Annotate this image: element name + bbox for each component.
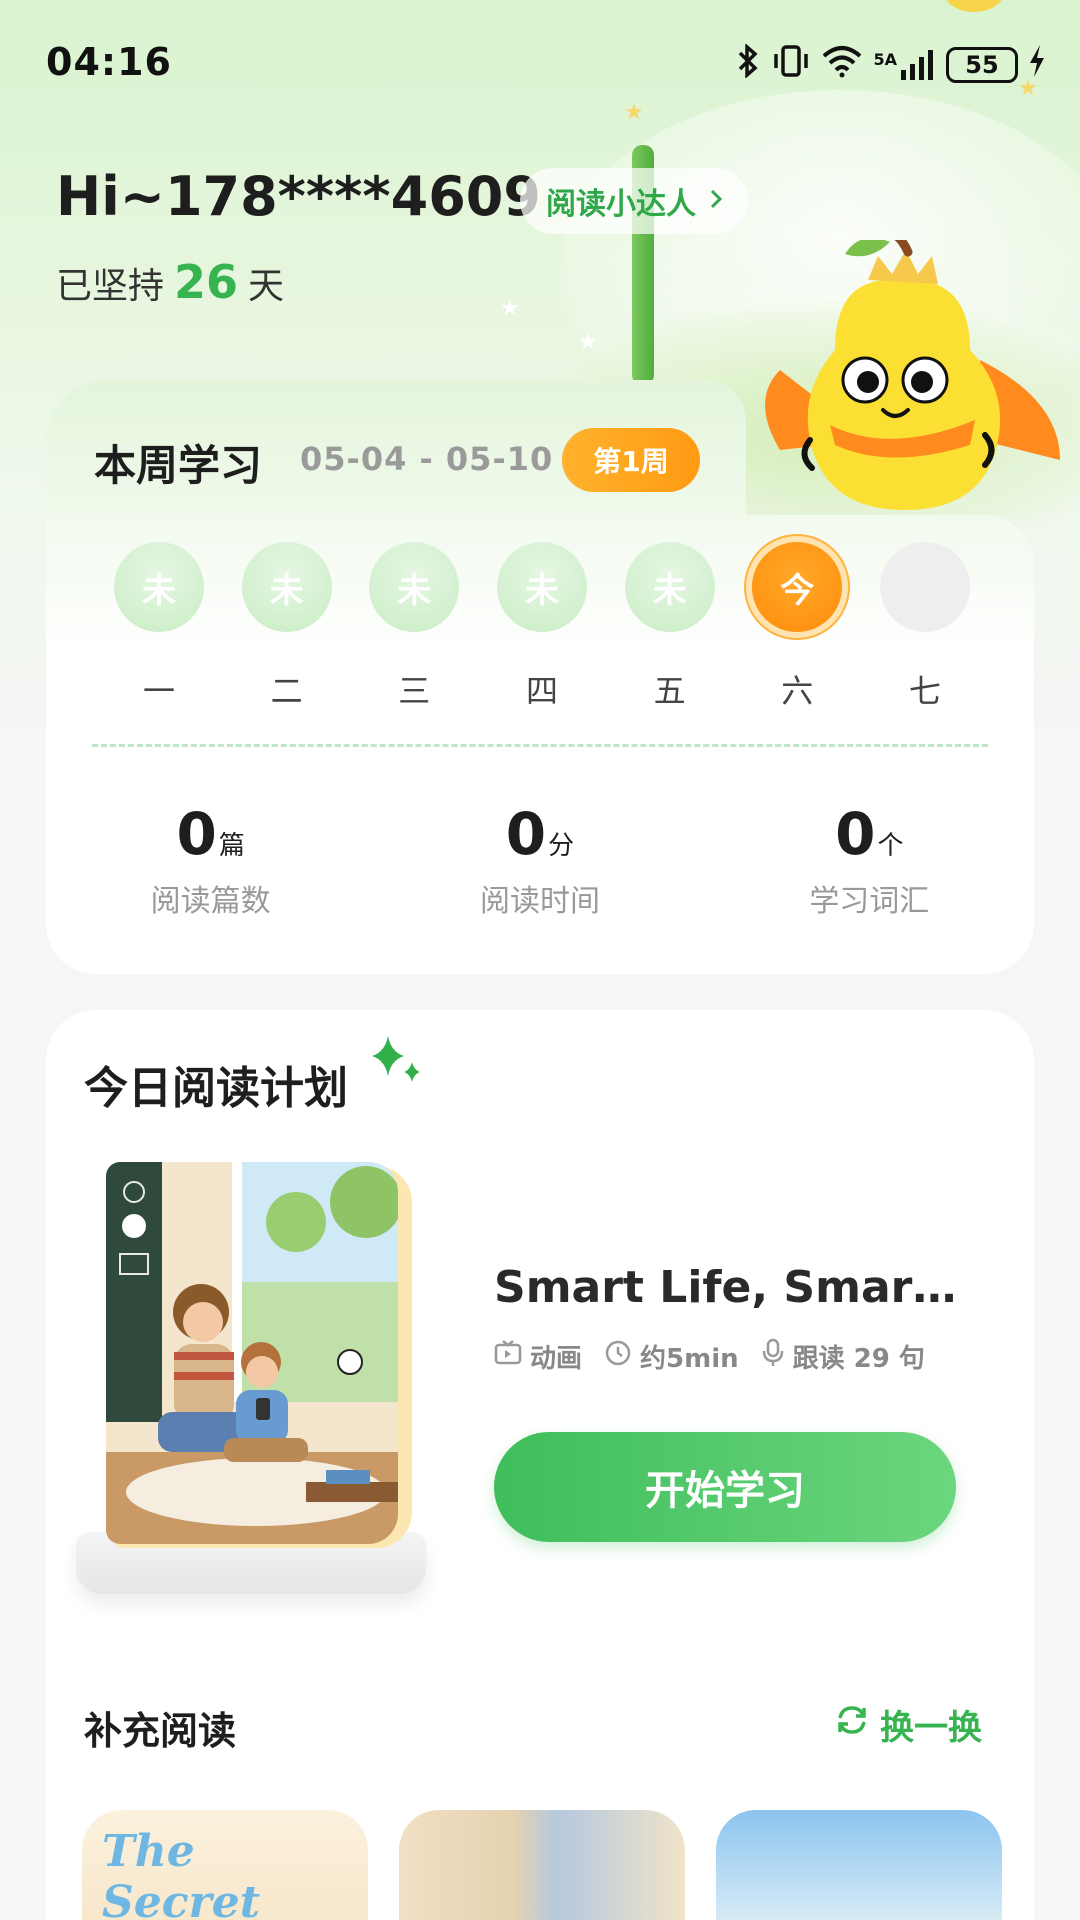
day-item[interactable]: 未 五 xyxy=(624,542,715,712)
supplementary-reading-title: 补充阅读 xyxy=(84,1709,237,1753)
streak-suffix: 天 xyxy=(248,266,285,307)
stat-label: 阅读篇数 xyxy=(150,884,271,919)
user-greeting: Hi~178****4609 xyxy=(56,165,541,228)
day-item[interactable]: 未 四 xyxy=(496,542,587,712)
day-label: 二 xyxy=(270,672,303,710)
battery-icon: 55 xyxy=(946,47,1018,83)
weekly-date-range: 05-04 - 05-10 xyxy=(300,440,554,478)
meta-duration-label: 约5min xyxy=(640,1344,739,1374)
streak-days: 26 xyxy=(174,255,239,309)
book-cover-text: The Secret xyxy=(102,1826,261,1920)
supplementary-book-item[interactable] xyxy=(716,1810,1002,1920)
stat-unit: 篇 xyxy=(218,831,245,861)
meta-type: 动画 xyxy=(494,1338,582,1375)
day-status-circle xyxy=(879,542,970,632)
star-icon: ★ xyxy=(578,330,598,355)
stat-label: 阅读时间 xyxy=(479,884,600,919)
day-status-circle-today: 今 xyxy=(752,542,843,632)
chevron-right-icon xyxy=(708,184,724,219)
weekly-stats: 0 篇 阅读篇数 0 分 阅读时间 0 个 学习词汇 xyxy=(46,800,1034,920)
stat-label: 学习词汇 xyxy=(809,884,930,919)
stat-number: 0 xyxy=(835,800,876,868)
reading-level-label: 阅读小达人 xyxy=(546,187,696,222)
status-icons: 5A 55 xyxy=(735,43,1046,86)
streak-prefix: 已坚持 xyxy=(56,266,165,307)
streak-info: 已坚持 26 天 xyxy=(56,255,284,309)
clock-icon xyxy=(604,1339,632,1374)
day-status-circle: 未 xyxy=(496,542,587,632)
start-learning-button[interactable]: 开始学习 xyxy=(494,1432,956,1542)
book-meta: 动画 约5min 跟读 29 句 xyxy=(494,1338,935,1375)
stat-value: 0 分 xyxy=(506,800,574,868)
refresh-label: 换一换 xyxy=(880,1708,982,1748)
day-label: 三 xyxy=(398,672,431,710)
stat-number: 0 xyxy=(505,800,547,868)
day-item[interactable]: 未 二 xyxy=(241,542,332,712)
meta-duration: 约5min xyxy=(604,1338,739,1375)
book-title[interactable]: Smart Life, Smart ... xyxy=(494,1262,974,1313)
microphone-icon xyxy=(761,1338,785,1375)
day-label: 四 xyxy=(525,672,558,710)
sparkle-icon xyxy=(368,1032,428,1092)
meta-follow-read-label: 跟读 29 句 xyxy=(792,1344,925,1374)
supplementary-book-list: The Secret xyxy=(82,1810,1002,1920)
charging-icon xyxy=(1028,44,1046,86)
day-status-circle: 未 xyxy=(114,542,204,632)
day-status-circle: 未 xyxy=(369,542,460,632)
vibrate-icon xyxy=(771,44,811,86)
stat-value: 0 个 xyxy=(835,800,903,868)
bluetooth-icon xyxy=(735,43,761,86)
wifi-icon xyxy=(821,44,863,86)
network-type-label: 5A xyxy=(873,50,897,69)
day-label: 六 xyxy=(781,672,814,710)
week-number-badge: 第1周 xyxy=(562,428,700,492)
day-label: 一 xyxy=(142,672,175,710)
day-label: 五 xyxy=(653,672,686,710)
day-item-today[interactable]: 今 六 xyxy=(752,542,843,712)
stat-unit: 分 xyxy=(548,831,575,861)
book-cover-image[interactable] xyxy=(106,1162,398,1544)
day-item[interactable]: 未 一 xyxy=(114,542,204,712)
divider xyxy=(92,744,988,747)
weekly-study-card: 本周学习 05-04 - 05-10 第1周 未 一 未 二 未 三 未 四 未… xyxy=(46,380,1034,974)
video-icon xyxy=(494,1339,522,1374)
supplementary-book-item[interactable]: The Secret xyxy=(82,1810,368,1920)
stat-number: 0 xyxy=(176,800,217,868)
weekday-list: 未 一 未 二 未 三 未 四 未 五 今 六 七 xyxy=(114,542,970,712)
stat-unit: 个 xyxy=(877,831,904,861)
stat-articles: 0 篇 阅读篇数 xyxy=(46,800,375,920)
refresh-icon xyxy=(834,1702,870,1747)
today-plan-card: 今日阅读计划 Smart Life, Smart ... 动画 约5min 跟读… xyxy=(46,1010,1034,1920)
meta-follow-read: 跟读 29 句 xyxy=(761,1338,925,1375)
day-label: 七 xyxy=(908,672,941,710)
day-item[interactable]: 未 三 xyxy=(369,542,460,712)
reading-level-badge[interactable]: 阅读小达人 xyxy=(520,168,748,234)
status-time: 04:16 xyxy=(46,40,172,84)
day-status-circle: 未 xyxy=(624,542,715,632)
signal-icon: 5A xyxy=(873,50,936,80)
day-item[interactable]: 七 xyxy=(879,542,970,712)
stat-vocabulary: 0 个 学习词汇 xyxy=(705,800,1034,920)
refresh-button[interactable]: 换一换 xyxy=(834,1700,982,1749)
meta-type-label: 动画 xyxy=(530,1344,583,1374)
plan-title: 今日阅读计划 xyxy=(84,1063,348,1114)
stat-value: 0 篇 xyxy=(176,800,244,868)
status-bar: 04:16 5A 55 xyxy=(0,0,1080,120)
weekly-title: 本周学习 xyxy=(94,441,263,490)
supplementary-book-item[interactable] xyxy=(399,1810,685,1920)
day-status-circle: 未 xyxy=(241,542,332,632)
stat-time: 0 分 阅读时间 xyxy=(375,800,704,920)
star-icon: ★ xyxy=(500,296,520,321)
